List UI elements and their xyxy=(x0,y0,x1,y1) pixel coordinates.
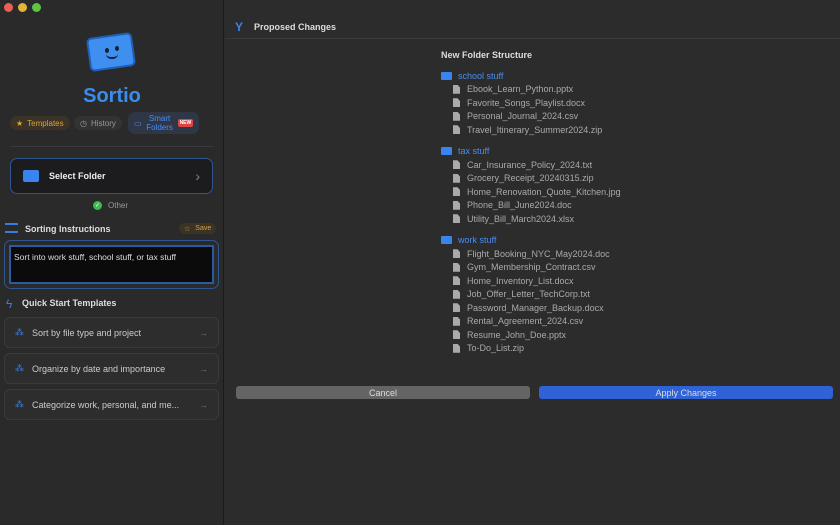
file-item: Ebook_Learn_Python.pptx xyxy=(441,83,741,97)
save-template-button[interactable]: ☆ Save xyxy=(179,223,217,234)
file-item: To-Do_List.zip xyxy=(441,342,741,356)
file-icon xyxy=(453,262,460,272)
file-icon xyxy=(453,214,460,224)
file-icon xyxy=(453,98,460,108)
file-item: Phone_Bill_June2024.doc xyxy=(441,199,741,213)
file-icon xyxy=(453,84,460,94)
folder-icon xyxy=(441,71,452,80)
arrow-right-icon: → xyxy=(199,327,208,338)
section-title: Sorting Instructions xyxy=(25,224,111,234)
tab-smart-folders[interactable]: ▭ Smart Folders NEW xyxy=(128,112,200,134)
main-panel: Y Proposed Changes New Folder Structure … xyxy=(225,0,840,525)
check-circle-icon: ✓ xyxy=(93,201,102,210)
file-item: Car_Insurance_Policy_2024.txt xyxy=(441,158,741,172)
instructions-container: Sort into work stuff, school stuff, or t… xyxy=(4,240,219,289)
file-item: Gym_Membership_Contract.csv xyxy=(441,261,741,275)
file-icon xyxy=(453,173,460,183)
file-item: Home_Renovation_Quote_Kitchen.jpg xyxy=(441,185,741,199)
folder-icon xyxy=(441,236,452,245)
select-folder-button[interactable]: Select Folder › xyxy=(10,158,213,194)
file-item: Home_Inventory_List.docx xyxy=(441,274,741,288)
sparkles-icon: ⁂ xyxy=(15,363,24,373)
file-icon xyxy=(453,249,460,259)
zoom-window-button[interactable] xyxy=(32,3,41,12)
sparkles-icon: ⁂ xyxy=(15,327,24,337)
chevron-right-icon: › xyxy=(195,168,200,184)
close-window-button[interactable] xyxy=(4,3,13,12)
folder-item[interactable]: work stuff xyxy=(441,234,741,248)
file-item: Password_Manager_Backup.docx xyxy=(441,301,741,315)
file-icon xyxy=(453,276,460,286)
app-title: Sortio xyxy=(83,85,141,107)
star-icon: ★ xyxy=(16,118,24,128)
file-item: Utility_Bill_March2024.xlsx xyxy=(441,212,741,226)
arrow-right-icon: → xyxy=(199,399,208,410)
file-item: Resume_John_Doe.pptx xyxy=(441,328,741,342)
structure-title: New Folder Structure xyxy=(441,50,533,60)
divider xyxy=(225,38,840,39)
divider xyxy=(10,146,214,147)
minimize-window-button[interactable] xyxy=(18,3,27,12)
folder-item[interactable]: school stuff xyxy=(441,69,741,83)
file-icon xyxy=(453,125,460,135)
file-item: Personal_Journal_2024.csv xyxy=(441,110,741,124)
file-item: Favorite_Songs_Playlist.docx xyxy=(441,96,741,110)
file-icon xyxy=(453,316,460,326)
folder-icon: ▭ xyxy=(134,118,142,128)
sparkles-icon: ⁂ xyxy=(15,399,24,409)
tab-templates[interactable]: ★ Templates xyxy=(10,116,70,130)
file-item: Travel_Itinerary_Summer2024.zip xyxy=(441,123,741,137)
file-item: Job_Offer_Letter_TechCorp.txt xyxy=(441,288,741,302)
arrow-right-icon: → xyxy=(199,363,208,374)
clock-icon: ◷ xyxy=(80,118,87,128)
file-icon xyxy=(453,160,460,170)
new-badge: NEW xyxy=(177,119,194,127)
file-icon xyxy=(453,187,460,197)
sidebar: Sortio ★ Templates ◷ History ▭ Smart Folder… xyxy=(0,0,224,525)
file-item: Rental_Agreement_2024.csv xyxy=(441,315,741,329)
status: ✓ Other xyxy=(93,201,129,210)
app-logo xyxy=(85,31,137,73)
lines-icon xyxy=(5,223,18,233)
file-icon xyxy=(453,330,460,340)
template-item[interactable]: ⁂ Categorize work, personal, and me... → xyxy=(4,389,219,420)
section-title: Quick Start Templates xyxy=(22,298,117,308)
file-icon xyxy=(453,200,460,210)
template-item[interactable]: ⁂ Organize by date and importance → xyxy=(4,353,219,384)
file-icon xyxy=(453,343,460,353)
file-icon xyxy=(453,303,460,313)
instructions-input[interactable]: Sort into work stuff, school stuff, or t… xyxy=(9,245,214,284)
file-icon xyxy=(453,111,460,121)
file-item: Flight_Booking_NYC_May2024.doc xyxy=(441,247,741,261)
folder-icon xyxy=(23,170,39,182)
folder-tree: school stuff Ebook_Learn_Python.pptx Favor… xyxy=(441,62,741,355)
folder-icon xyxy=(441,147,452,156)
file-item: Grocery_Receipt_20240315.zip xyxy=(441,172,741,186)
template-item[interactable]: ⁂ Sort by file type and project → xyxy=(4,317,219,348)
star-outline-icon: ☆ xyxy=(184,225,191,233)
cancel-button[interactable]: Cancel xyxy=(236,386,530,399)
file-icon xyxy=(453,289,460,299)
branch-icon: Y xyxy=(235,20,244,34)
folder-item[interactable]: tax stuff xyxy=(441,145,741,159)
panel-title: Proposed Changes xyxy=(254,22,337,32)
lightning-icon: ϟ xyxy=(6,297,13,311)
tab-history[interactable]: ◷ History xyxy=(74,116,122,130)
apply-changes-button[interactable]: Apply Changes xyxy=(539,386,833,399)
